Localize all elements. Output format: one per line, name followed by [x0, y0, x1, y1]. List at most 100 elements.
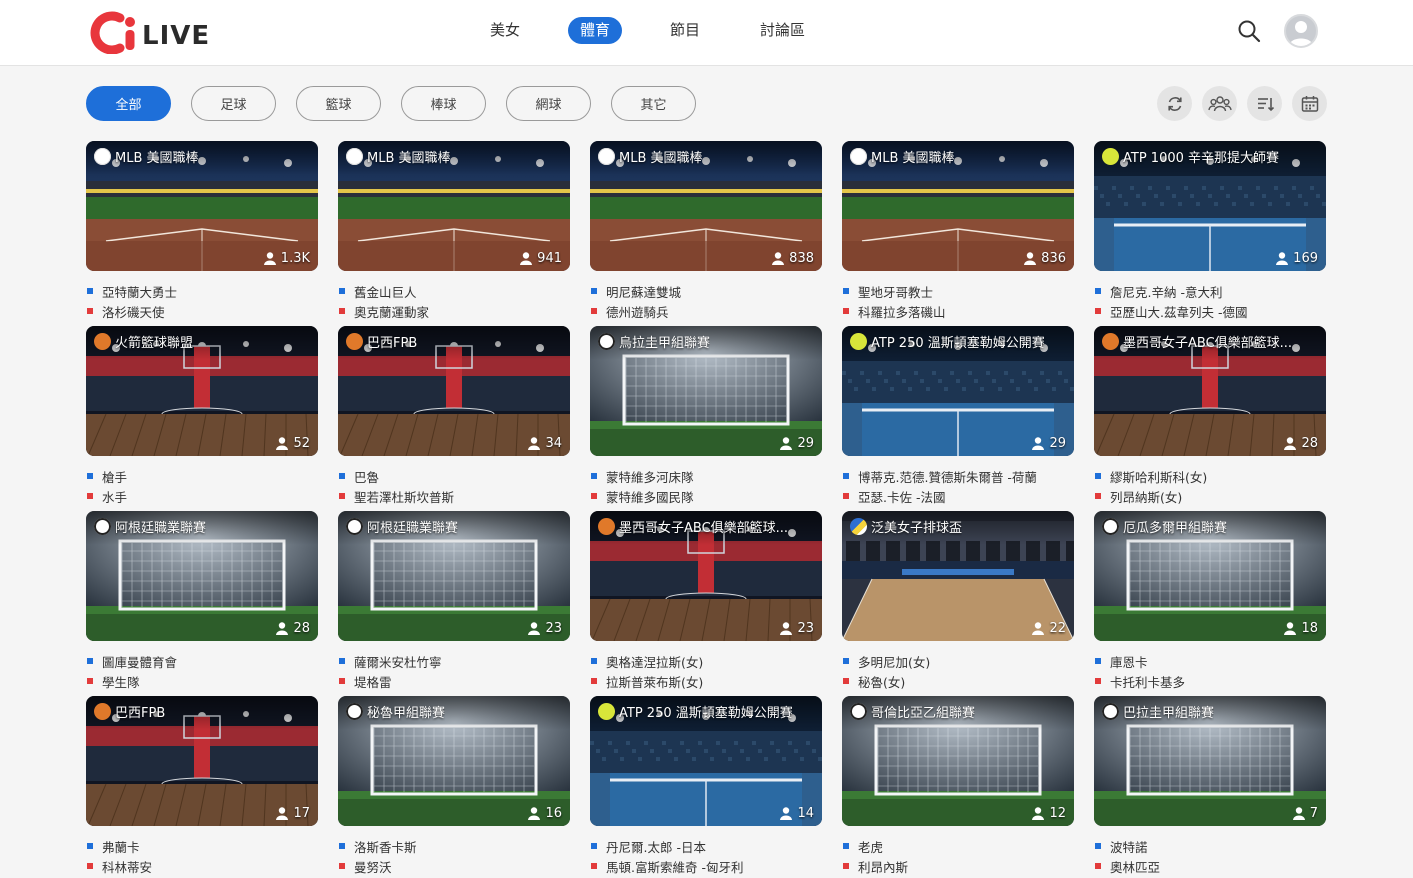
- league-label: 哥倫比亞乙組聯賽: [850, 701, 1066, 721]
- filter-tennis[interactable]: 網球: [506, 86, 591, 121]
- viewer-count: 34: [528, 436, 562, 451]
- home-marker: [87, 658, 93, 664]
- match-card-8[interactable]: 烏拉圭甲組聯賽 29 蒙特維多河床隊 蒙特維多國民隊: [590, 326, 822, 505]
- nav-programs[interactable]: 節目: [658, 17, 712, 44]
- search-icon[interactable]: [1236, 18, 1262, 44]
- viewer-number: 836: [1041, 251, 1066, 266]
- away-team-name: 學生隊: [102, 674, 140, 690]
- home-team-name: 薩爾米安杜竹寧: [354, 654, 442, 670]
- viewer-number: 29: [797, 436, 814, 451]
- group-icon[interactable]: [1202, 86, 1237, 121]
- team-list: 亞特蘭大勇士 洛杉磯天使: [86, 271, 318, 321]
- filter-football[interactable]: 足球: [191, 86, 276, 121]
- match-card-11[interactable]: 阿根廷職業聯賽 28 圖庫曼體育會 學生隊: [86, 511, 318, 690]
- match-card-18[interactable]: ATP 250 溫斯頓塞勒姆公開賽 14 丹尼爾.太郎 -日本 馬頓.富斯索維奇…: [590, 696, 822, 875]
- sport-filter-bar: 全部 足球 籃球 棒球 網球 其它: [86, 86, 716, 121]
- match-card-17[interactable]: 秘魯甲組聯賽 16 洛斯香卡斯 曼努沃: [338, 696, 570, 875]
- baseball-icon: [598, 147, 615, 165]
- viewer-count: 7: [1292, 806, 1318, 821]
- team-list: 弗蘭卡 科林蒂安: [86, 826, 318, 876]
- refresh-icon[interactable]: [1157, 86, 1192, 121]
- user-icon: [1284, 622, 1297, 635]
- match-card-4[interactable]: MLB 美國職棒 836 聖地牙哥教士 科羅拉多落磯山: [842, 141, 1074, 320]
- basketball-icon: [1102, 332, 1119, 350]
- match-card-12[interactable]: 阿根廷職業聯賽 23 薩爾米安杜竹寧 堤格雷: [338, 511, 570, 690]
- viewer-count: 28: [276, 621, 310, 636]
- viewer-count: 23: [528, 621, 562, 636]
- match-card-10[interactable]: 墨西哥女子ABC俱樂部籃球... 28 繆斯哈利斯科(女) 列昂納斯(女): [1094, 326, 1326, 505]
- match-thumbnail: 巴拉圭甲組聯賽 7: [1094, 696, 1326, 826]
- logo[interactable]: LIVE: [90, 10, 215, 55]
- league-name: ATP 250 溫斯頓塞勒姆公開賽: [619, 705, 793, 721]
- match-card-6[interactable]: 火箭籃球聯盟 52 槍手 水手: [86, 326, 318, 505]
- team-list: 奧格達涅拉斯(女) 拉斯普萊布斯(女): [590, 641, 822, 691]
- team-list: 詹尼克.辛納 -意大利 亞歷山大.茲韋列夫 -德國: [1094, 271, 1326, 321]
- filter-all[interactable]: 全部: [86, 86, 171, 121]
- user-icon: [772, 252, 785, 265]
- match-thumbnail: 阿根廷職業聯賽 28: [86, 511, 318, 641]
- league-name: 哥倫比亞乙組聯賽: [871, 705, 976, 721]
- viewer-count: 29: [1032, 436, 1066, 451]
- home-team-name: 老虎: [858, 839, 884, 855]
- home-team-name: 洛斯香卡斯: [354, 839, 417, 855]
- league-name: 泛美女子排球盃: [871, 520, 963, 536]
- league-name: 火箭籃球聯盟: [115, 335, 194, 351]
- sort-icon[interactable]: [1247, 86, 1282, 121]
- baseball-icon: [346, 147, 363, 165]
- calendar-icon[interactable]: [1292, 86, 1327, 121]
- away-team: 拉斯普萊布斯(女): [590, 671, 822, 691]
- user-icon: [1292, 807, 1305, 820]
- league-name: 秘魯甲組聯賽: [367, 705, 446, 721]
- home-marker: [339, 288, 345, 294]
- match-card-1[interactable]: MLB 美國職棒 1.3K 亞特蘭大勇士 洛杉磯天使: [86, 141, 318, 320]
- match-card-5[interactable]: ATP 1000 辛辛那提大師賽 169 詹尼克.辛納 -意大利 亞歷山大.茲韋…: [1094, 141, 1326, 320]
- team-list: 老虎 利昂內斯: [842, 826, 1074, 876]
- league-label: MLB 美國職棒: [94, 146, 310, 166]
- away-marker: [87, 493, 93, 499]
- match-card-13[interactable]: 墨西哥女子ABC俱樂部籃球... 23 奧格達涅拉斯(女) 拉斯普萊布斯(女): [590, 511, 822, 690]
- away-marker: [591, 493, 597, 499]
- away-team: 聖若澤杜斯坎普斯: [338, 486, 570, 506]
- match-thumbnail: MLB 美國職棒 838: [590, 141, 822, 271]
- away-team-name: 聖若澤杜斯坎普斯: [354, 489, 455, 505]
- match-card-15[interactable]: 厄瓜多爾甲組聯賽 18 庫恩卡 卡托利卡基多: [1094, 511, 1326, 690]
- user-icon: [1032, 807, 1045, 820]
- toolbar: [1157, 86, 1337, 121]
- filter-baseball[interactable]: 棒球: [401, 86, 486, 121]
- away-marker: [87, 308, 93, 314]
- match-card-2[interactable]: MLB 美國職棒 941 舊金山巨人 奧克蘭運動家: [338, 141, 570, 320]
- home-team: 舊金山巨人: [338, 281, 570, 301]
- viewer-count: 52: [276, 436, 310, 451]
- user-icon: [276, 807, 289, 820]
- match-card-3[interactable]: MLB 美國職棒 838 明尼蘇達雙城 德州遊騎兵: [590, 141, 822, 320]
- match-card-20[interactable]: 巴拉圭甲組聯賽 7 波特諾 奧林匹亞: [1094, 696, 1326, 875]
- away-team-name: 科林蒂安: [102, 859, 153, 875]
- match-card-7[interactable]: 巴西FPB 34 巴魯 聖若澤杜斯坎普斯: [338, 326, 570, 505]
- viewer-number: 838: [789, 251, 814, 266]
- league-name: 墨西哥女子ABC俱樂部籃球...: [619, 520, 789, 536]
- league-name: 墨西哥女子ABC俱樂部籃球...: [1123, 335, 1293, 351]
- team-list: 圖庫曼體育會 學生隊: [86, 641, 318, 691]
- home-marker: [591, 473, 597, 479]
- viewer-count: 1.3K: [263, 251, 310, 266]
- viewer-number: 23: [545, 621, 562, 636]
- away-team: 水手: [86, 486, 318, 506]
- nav-forum[interactable]: 討論區: [748, 17, 817, 44]
- avatar-icon[interactable]: [1284, 14, 1318, 48]
- football-icon: [1102, 702, 1119, 720]
- nav-beauty[interactable]: 美女: [478, 17, 532, 44]
- filter-other[interactable]: 其它: [611, 86, 696, 121]
- match-card-9[interactable]: ATP 250 溫斯頓塞勒姆公開賽 29 博蒂克.范德.贊德斯朱爾普 -荷蘭 亞…: [842, 326, 1074, 505]
- viewer-number: 1.3K: [280, 251, 310, 266]
- football-icon: [850, 702, 867, 720]
- filter-basketball[interactable]: 籃球: [296, 86, 381, 121]
- home-team-name: 多明尼加(女): [858, 654, 931, 670]
- nav-sports[interactable]: 體育: [568, 17, 623, 44]
- match-card-19[interactable]: 哥倫比亞乙組聯賽 12 老虎 利昂內斯: [842, 696, 1074, 875]
- match-card-14[interactable]: 泛美女子排球盃 22 多明尼加(女) 秘魯(女): [842, 511, 1074, 690]
- match-card-16[interactable]: 巴西FPB 17 弗蘭卡 科林蒂安: [86, 696, 318, 875]
- league-name: MLB 美國職棒: [367, 150, 451, 166]
- home-marker: [87, 473, 93, 479]
- away-marker: [1095, 678, 1101, 684]
- home-marker: [591, 288, 597, 294]
